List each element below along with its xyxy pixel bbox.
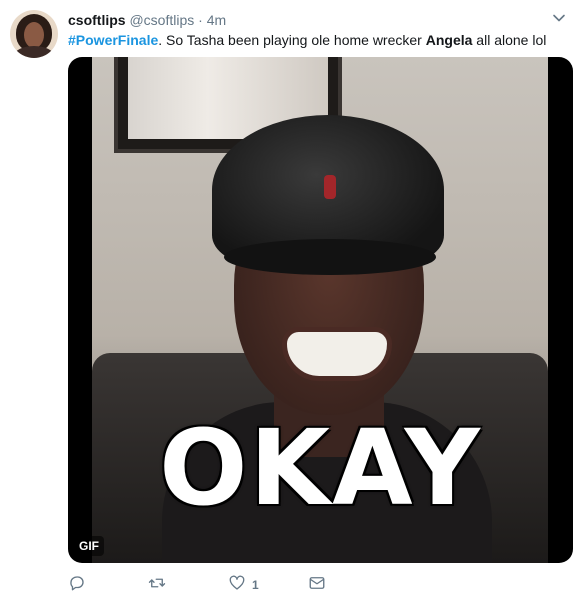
gif-badge: GIF bbox=[74, 536, 104, 556]
direct-message-button[interactable] bbox=[308, 575, 326, 595]
display-name[interactable]: csoftlips bbox=[68, 12, 126, 28]
tweet[interactable]: csoftlips @csoftlips · 4m #PowerFinale. … bbox=[0, 0, 582, 606]
avatar-shoulders bbox=[14, 46, 54, 58]
person-mouth bbox=[282, 327, 392, 381]
envelope-icon bbox=[308, 574, 326, 597]
tweet-text-part1: . So Tasha been playing ole home wrecker bbox=[158, 32, 426, 48]
cap-logo bbox=[324, 175, 336, 199]
tweet-text: #PowerFinale. So Tasha been playing ole … bbox=[68, 31, 546, 49]
timestamp[interactable]: 4m bbox=[207, 12, 226, 28]
hashtag-link[interactable]: #PowerFinale bbox=[68, 32, 158, 48]
like-icon bbox=[228, 574, 246, 597]
reply-icon bbox=[68, 574, 86, 597]
chevron-down-icon[interactable] bbox=[552, 11, 566, 25]
tweet-actions: 1 bbox=[68, 575, 368, 597]
cap-brim bbox=[224, 239, 436, 275]
tweet-text-part2: all alone lol bbox=[472, 32, 547, 48]
reply-button[interactable] bbox=[68, 575, 86, 595]
gif-media[interactable]: OKAY GIF bbox=[68, 57, 573, 563]
retweet-button[interactable] bbox=[148, 575, 166, 595]
separator: · bbox=[198, 12, 203, 28]
tweet-text-bold-name: Angela bbox=[425, 32, 473, 48]
tweet-header: csoftlips @csoftlips · 4m bbox=[68, 11, 226, 29]
gif-caption: OKAY bbox=[159, 407, 482, 529]
like-count: 1 bbox=[252, 578, 259, 592]
avatar[interactable] bbox=[10, 10, 58, 58]
like-button[interactable]: 1 bbox=[228, 575, 259, 595]
avatar-face bbox=[24, 22, 44, 48]
retweet-icon bbox=[148, 574, 166, 597]
user-handle[interactable]: @csoftlips bbox=[129, 12, 194, 28]
